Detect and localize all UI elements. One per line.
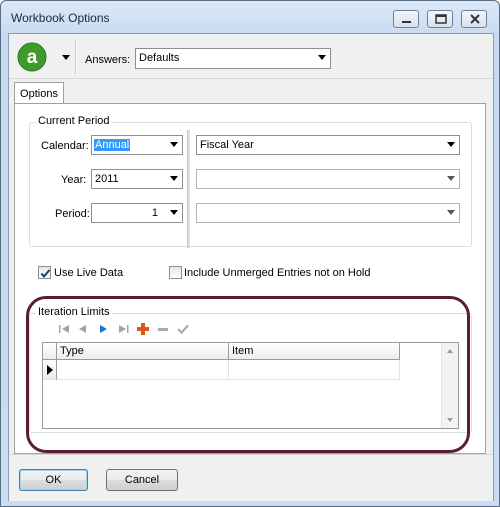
toolbar: a Answers: Defaults (9, 34, 493, 79)
include-unmerged-checkbox[interactable] (169, 266, 182, 279)
ok-button[interactable]: OK (19, 469, 88, 491)
calendar-value: Annual (94, 139, 131, 151)
answers-label: Answers: (85, 54, 131, 66)
svg-text:a: a (27, 47, 38, 68)
fiscal-year-value: Fiscal Year (200, 139, 254, 151)
toolbar-separator (75, 40, 77, 74)
year-value: 2011 (95, 173, 119, 185)
chevron-down-icon (170, 210, 178, 215)
use-live-data-label: Use Live Data (54, 267, 124, 279)
year-select[interactable]: 2011 (91, 169, 183, 189)
window-title: Workbook Options (11, 11, 110, 25)
checkmark-icon (40, 269, 51, 279)
period-value: 1 (151, 207, 158, 219)
period-divider (187, 130, 190, 248)
calendar-select[interactable]: Annual (91, 135, 183, 155)
answers-select[interactable]: Defaults (135, 48, 331, 69)
tab-options[interactable]: Options (14, 82, 64, 104)
title-bar: Workbook Options (1, 1, 499, 33)
annotation-highlight-ring (26, 296, 470, 453)
chevron-down-icon (318, 55, 326, 60)
maximize-button[interactable] (427, 10, 453, 28)
period-label: Period: (55, 208, 90, 220)
maximize-icon (435, 14, 447, 24)
dialog-client: a Answers: Defaults Options Current Peri… (8, 33, 494, 501)
secondary-select[interactable] (196, 169, 460, 189)
year-label: Year: (61, 174, 87, 186)
chevron-down-icon (447, 142, 455, 147)
include-unmerged-label: Include Unmerged Entries not on Hold (184, 267, 371, 279)
chevron-down-icon (447, 176, 455, 181)
app-logo-icon[interactable]: a (17, 42, 47, 72)
period-select[interactable]: 1 (91, 203, 183, 223)
tertiary-select[interactable] (196, 203, 460, 223)
logo-dropdown-icon[interactable] (61, 54, 71, 62)
calendar-label: Calendar: (41, 140, 89, 152)
chevron-down-icon (170, 142, 178, 147)
chevron-down-icon (447, 210, 455, 215)
minimize-icon (402, 21, 411, 23)
use-live-data-checkbox[interactable] (38, 266, 51, 279)
current-period-legend: Current Period (36, 115, 112, 127)
workbook-options-window: Workbook Options a Answers: Defaults Opt… (0, 0, 500, 507)
dialog-footer: OK Cancel (9, 454, 493, 501)
close-icon (470, 14, 480, 24)
answers-value: Defaults (139, 52, 180, 64)
fiscal-year-select[interactable]: Fiscal Year (196, 135, 460, 155)
close-button[interactable] (461, 10, 487, 28)
chevron-down-icon (170, 176, 178, 181)
cancel-button[interactable]: Cancel (106, 469, 178, 491)
minimize-button[interactable] (393, 10, 419, 28)
